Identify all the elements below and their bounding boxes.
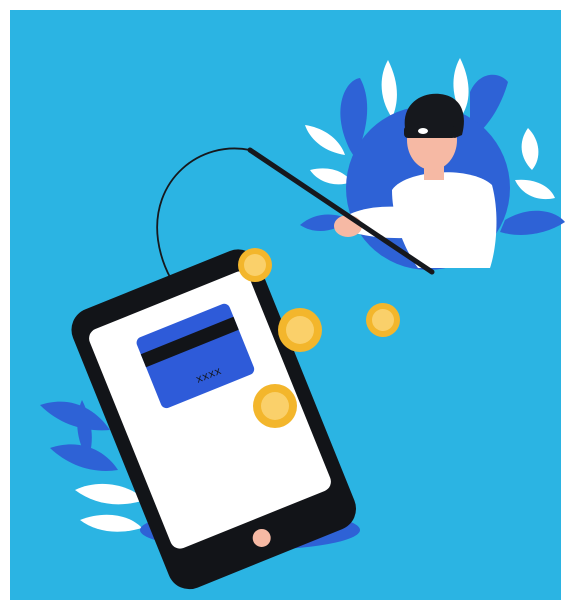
gold-coin-icon xyxy=(238,248,272,282)
gold-coin-icon xyxy=(366,303,400,337)
phishing-illustration: xxxx xyxy=(0,0,571,609)
hacker-mask xyxy=(404,126,456,138)
hacker-eye xyxy=(418,128,428,134)
gold-coin-icon xyxy=(253,384,297,428)
gold-coin-icon xyxy=(278,308,322,352)
